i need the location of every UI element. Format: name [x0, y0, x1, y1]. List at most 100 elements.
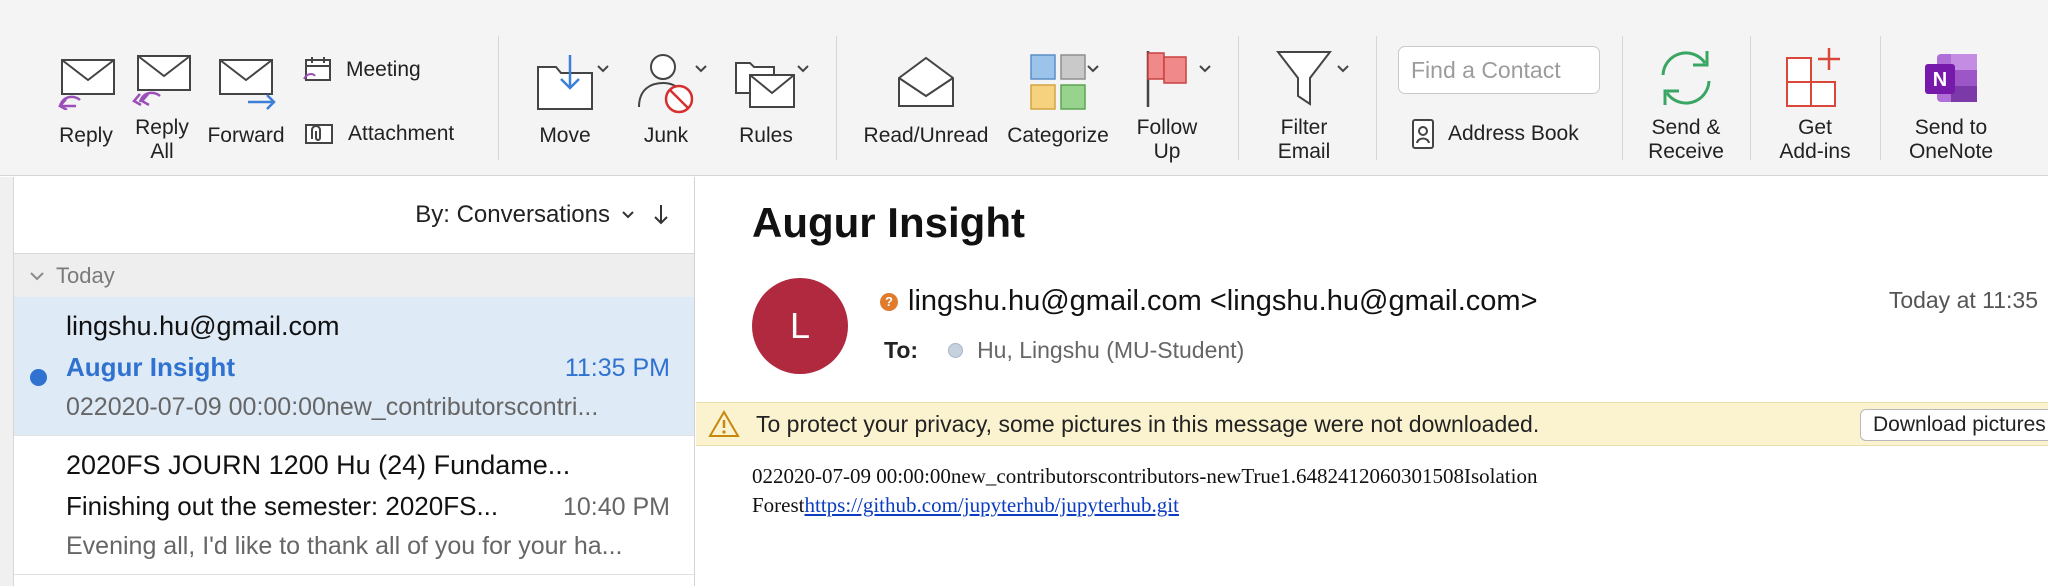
message-preview: 022020-07-09 00:00:00new_contributorscon…	[66, 393, 599, 421]
attachment-label: Attachment	[348, 122, 455, 145]
group-header-today[interactable]: Today	[14, 253, 694, 297]
categorize-icon	[1029, 44, 1087, 120]
filter-funnel-icon	[1276, 44, 1332, 112]
follow-up-label: Follow Up	[1136, 116, 1198, 163]
ribbon-divider	[1750, 36, 1751, 160]
ribbon-divider	[498, 36, 499, 160]
meeting-button[interactable]: Meeting	[302, 52, 421, 88]
ribbon-divider	[1880, 36, 1881, 160]
onenote-icon: N	[1921, 44, 1981, 112]
privacy-info-bar: To protect your privacy, some pictures i…	[696, 402, 2048, 446]
avatar-initial: L	[789, 305, 811, 346]
envelope-open-icon	[895, 44, 957, 120]
rules-button[interactable]: Rules	[724, 44, 808, 164]
sender-line: ? lingshu.hu@gmail.com <lingshu.hu@gmail…	[880, 285, 1538, 318]
junk-chevron-down-icon[interactable]	[694, 64, 708, 74]
reply-label: Reply	[59, 124, 113, 147]
send-to-onenote-button[interactable]: N Send to OneNote	[1896, 44, 2006, 164]
group-label: Today	[56, 262, 115, 288]
avatar[interactable]: L	[752, 278, 848, 374]
add-ins-icon	[1783, 44, 1847, 112]
warning-icon	[708, 410, 740, 437]
sort-direction-arrow-icon[interactable]	[652, 203, 670, 227]
paperclip-icon	[305, 124, 333, 144]
message-sender: 2020FS JOURN 1200 Hu (24) Fundame...	[66, 450, 571, 480]
message-time: 10:40 PM	[562, 493, 670, 521]
attachment-button[interactable]: Attachment	[302, 116, 454, 152]
message-subject: Augur Insight	[66, 352, 235, 382]
reply-all-label: Reply All	[135, 116, 189, 163]
forward-button[interactable]: Forward	[206, 44, 286, 164]
follow-up-button[interactable]: Follow Up	[1124, 44, 1210, 164]
message-time: 11:35 PM	[564, 354, 670, 382]
move-chevron-down-icon[interactable]	[596, 64, 610, 74]
message-title: Augur Insight	[752, 199, 1025, 246]
forward-icon	[214, 44, 278, 120]
unknown-sender-icon: ?	[880, 292, 898, 311]
address-book-button[interactable]: Address Book	[1410, 116, 1579, 152]
flag-icon	[1142, 44, 1192, 112]
presence-status-icon	[948, 343, 964, 358]
send-receive-label: Send & Receive	[1648, 116, 1724, 163]
message-list: By: Conversations Today lingshu.hu@gmail…	[14, 177, 695, 586]
calendar-icon	[303, 57, 331, 81]
address-book-icon	[1412, 119, 1434, 149]
read-unread-label: Read/Unread	[863, 124, 989, 147]
read-unread-button[interactable]: Read/Unread	[858, 44, 994, 164]
body-link[interactable]: https://github.com/jupyterhub/jupyterhub…	[805, 493, 1179, 517]
message-body: 022020-07-09 00:00:00new_contributorscon…	[752, 462, 2032, 520]
body-text: Forest	[752, 493, 805, 517]
list-item[interactable]: lingshu.hu@gmail.com Augur Insight 11:35…	[14, 297, 694, 436]
reading-pane: Augur Insight L ? lingshu.hu@gmail.com <…	[696, 177, 2048, 586]
categorize-button[interactable]: Categorize	[1002, 44, 1114, 164]
list-item[interactable]: 2020FS JOURN 1200 Hu (24) Fundame... Fin…	[14, 436, 694, 575]
rules-chevron-down-icon[interactable]	[796, 64, 810, 74]
svg-text:N: N	[1933, 69, 1947, 91]
sort-by-dropdown[interactable]: By: Conversations	[415, 201, 636, 229]
sync-icon	[1655, 44, 1717, 112]
message-preview: Evening all, I'd like to thank all of yo…	[66, 532, 623, 560]
address-book-label: Address Book	[1448, 122, 1579, 145]
message-subject: Finishing out the semester: 2020FS...	[66, 491, 499, 521]
junk-icon	[633, 44, 699, 120]
reply-icon	[54, 44, 118, 120]
ribbon-divider	[1238, 36, 1239, 160]
folder-pane-edge	[0, 177, 14, 586]
message-sender: lingshu.hu@gmail.com	[66, 311, 340, 341]
send-to-onenote-label: Send to OneNote	[1908, 116, 1994, 163]
body-line: 022020-07-09 00:00:00new_contributorscon…	[752, 464, 1538, 488]
junk-button[interactable]: Junk	[624, 44, 708, 164]
move-button[interactable]: Move	[522, 44, 608, 164]
find-contact-input[interactable]	[1398, 46, 1600, 94]
filter-chevron-down-icon[interactable]	[1336, 64, 1350, 74]
get-addins-button[interactable]: Get Add-ins	[1770, 44, 1860, 164]
get-addins-label: Get Add-ins	[1779, 116, 1851, 163]
send-receive-button[interactable]: Send & Receive	[1640, 44, 1732, 164]
reply-button[interactable]: Reply	[50, 44, 122, 164]
filter-email-label: Filter Email	[1277, 116, 1331, 163]
download-pictures-button[interactable]: Download pictures	[1860, 409, 2048, 441]
forward-label: Forward	[207, 124, 285, 147]
body-line: Foresthttps://github.com/jupyterhub/jupy…	[752, 491, 2032, 520]
categorize-chevron-down-icon[interactable]	[1086, 64, 1100, 74]
rules-label: Rules	[739, 124, 793, 147]
ribbon-divider	[1376, 36, 1377, 160]
to-label: To:	[884, 337, 919, 363]
chevron-down-icon	[30, 271, 44, 280]
ribbon-toolbar: Reply Reply All Forward Meeting Attachme…	[0, 0, 2048, 176]
unread-dot-icon	[30, 369, 47, 386]
recipient-name[interactable]: Hu, Lingshu (MU-Student)	[977, 337, 1244, 364]
filter-email-button[interactable]: Filter Email	[1262, 44, 1346, 164]
categorize-label: Categorize	[1007, 124, 1109, 147]
sort-bar: By: Conversations	[14, 177, 694, 253]
rules-icon	[734, 44, 798, 120]
move-folder-icon	[534, 44, 596, 120]
sender-address[interactable]: lingshu.hu@gmail.com <lingshu.hu@gmail.c…	[908, 285, 1538, 318]
move-label: Move	[539, 124, 591, 147]
follow-up-chevron-down-icon[interactable]	[1198, 64, 1212, 74]
junk-label: Junk	[643, 124, 689, 147]
received-time: Today at 11:35	[1888, 287, 2038, 313]
ribbon-divider	[1622, 36, 1623, 160]
privacy-notice-text: To protect your privacy, some pictures i…	[756, 410, 1540, 437]
reply-all-button[interactable]: Reply All	[128, 44, 196, 164]
